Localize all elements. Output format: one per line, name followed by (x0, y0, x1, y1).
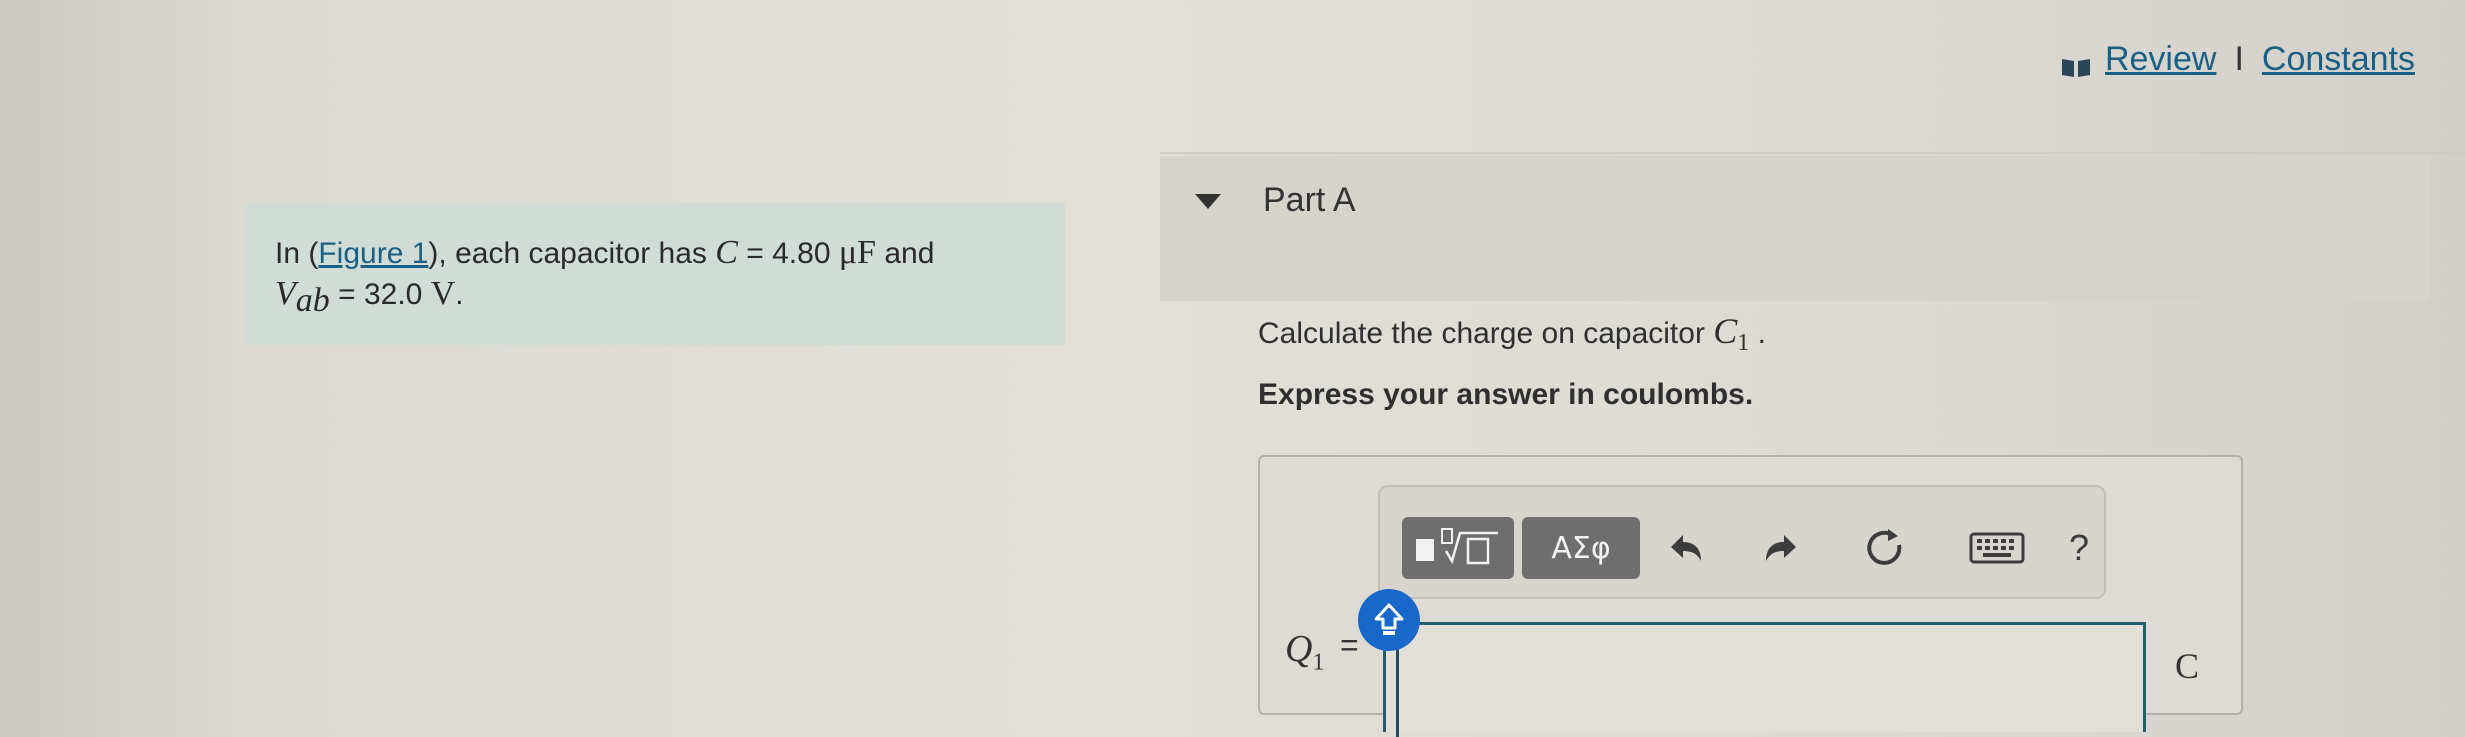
book-icon (2061, 49, 2091, 77)
equals-sign: = (1340, 627, 1359, 663)
voltage-var: V (275, 275, 296, 312)
part-title: Part A (1263, 181, 1356, 219)
help-button[interactable]: ? (2056, 525, 2102, 571)
voltage-sub: ab (295, 282, 330, 319)
answer-var-letter: Q (1285, 628, 1313, 670)
problem-statement: In (Figure 1), each capacitor has C = 4.… (245, 203, 1065, 345)
voltage-eq: = 32.0 (329, 278, 431, 311)
templates-icon (1416, 528, 1498, 565)
shift-arrow-icon (1374, 603, 1404, 635)
text-cursor (1396, 647, 1399, 737)
capacitance-eq: = 4.80 (737, 237, 839, 270)
answer-variable: Q1 (1285, 627, 1324, 677)
problem-period: . (455, 278, 464, 311)
problem-and: and (876, 237, 935, 270)
header-links: Review I Constants (2061, 40, 2415, 79)
answer-area: ΑΣφ ? Q1 = C (1258, 455, 2243, 737)
constants-link[interactable]: Constants (2262, 40, 2415, 79)
figure-link[interactable]: Figure 1 (318, 237, 428, 270)
capacitance-unit: μF (838, 234, 876, 271)
question-sub: 1 (1737, 330, 1750, 356)
voltage-unit: V (430, 275, 456, 312)
collapse-caret-icon[interactable] (1195, 194, 1221, 209)
question-text: Calculate the charge on capacitor C1 . (1258, 310, 1766, 357)
shift-button[interactable] (1358, 589, 1420, 651)
templates-button[interactable] (1402, 517, 1514, 579)
answer-input[interactable] (1383, 622, 2146, 737)
undo-icon[interactable] (1663, 525, 1709, 571)
math-toolbar: ΑΣφ ? (1378, 485, 2106, 599)
greek-symbols-button[interactable]: ΑΣφ (1522, 517, 1640, 579)
link-separator: I (2234, 40, 2244, 78)
answer-unit: C (2175, 646, 2200, 686)
question-end: . (1749, 317, 1766, 350)
problem-prefix: In ( (275, 237, 319, 270)
part-a-header[interactable]: Part A (1160, 156, 2430, 301)
redo-icon[interactable] (1758, 525, 1804, 571)
keyboard-icon[interactable] (1968, 525, 2026, 571)
review-link[interactable]: Review (2105, 40, 2216, 79)
section-divider (1160, 152, 2465, 154)
question-var: C (1713, 311, 1738, 351)
answer-var-sub: 1 (1312, 649, 1325, 676)
reset-icon[interactable] (1862, 525, 1908, 571)
answer-instruction: Express your answer in coulombs. (1258, 378, 1754, 411)
question-body: Calculate the charge on capacitor (1258, 317, 1714, 350)
problem-suffix: ), each capacitor has (428, 237, 707, 270)
capacitance-var: C (715, 234, 738, 271)
